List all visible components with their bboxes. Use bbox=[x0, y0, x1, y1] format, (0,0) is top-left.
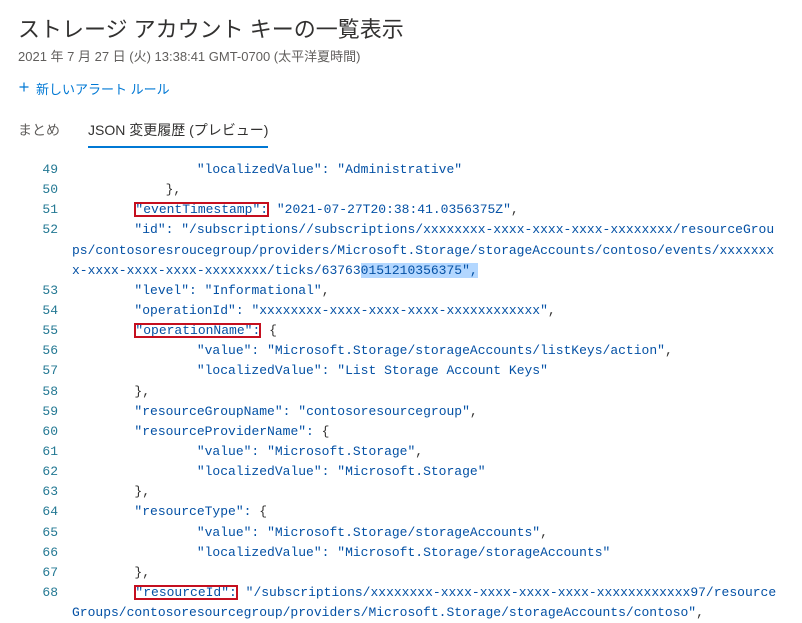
line-number: 49 bbox=[18, 160, 72, 180]
code-content: "localizedValue": "Microsoft.Storage/sto… bbox=[72, 543, 784, 563]
code-content: "eventTimestamp": "2021-07-27T20:38:41.0… bbox=[72, 200, 784, 220]
line-number: 54 bbox=[18, 301, 72, 321]
line-number: 56 bbox=[18, 341, 72, 361]
plus-icon bbox=[18, 81, 36, 96]
line-number: 55 bbox=[18, 321, 72, 341]
code-line: 52 "id": "/subscriptions//subscriptions/… bbox=[18, 220, 784, 280]
line-number: 61 bbox=[18, 442, 72, 462]
code-line: 51 "eventTimestamp": "2021-07-27T20:38:4… bbox=[18, 200, 784, 220]
page-title: ストレージ アカウント キーの一覧表示 bbox=[18, 12, 784, 44]
line-number: 64 bbox=[18, 502, 72, 522]
code-line: 50 }, bbox=[18, 180, 784, 200]
new-alert-label: 新しいアラート ルール bbox=[36, 79, 170, 98]
line-number: 66 bbox=[18, 543, 72, 563]
line-number: 58 bbox=[18, 382, 72, 402]
code-content: "level": "Informational", bbox=[72, 281, 784, 301]
line-number: 62 bbox=[18, 462, 72, 482]
code-line: 61 "value": "Microsoft.Storage", bbox=[18, 442, 784, 462]
code-content: "operationId": "xxxxxxxx-xxxx-xxxx-xxxx-… bbox=[72, 301, 784, 321]
code-content: }, bbox=[72, 180, 784, 200]
code-line: 58 }, bbox=[18, 382, 784, 402]
code-content: }, bbox=[72, 382, 784, 402]
code-content: "value": "Microsoft.Storage", bbox=[72, 442, 784, 462]
code-line: 64 "resourceType": { bbox=[18, 502, 784, 522]
line-number: 67 bbox=[18, 563, 72, 583]
code-content: "localizedValue": "List Storage Account … bbox=[72, 361, 784, 381]
line-number: 63 bbox=[18, 482, 72, 502]
code-line: 67 }, bbox=[18, 563, 784, 583]
tab-json-history[interactable]: JSON 変更履歴 (プレビュー) bbox=[88, 116, 268, 148]
new-alert-button[interactable]: 新しいアラート ルール bbox=[18, 79, 170, 98]
code-content: "resourceType": { bbox=[72, 502, 784, 522]
code-content: "value": "Microsoft.Storage/storageAccou… bbox=[72, 523, 784, 543]
code-content: "localizedValue": "Administrative" bbox=[72, 160, 784, 180]
code-content: "resourceProviderName": { bbox=[72, 422, 784, 442]
line-number: 68 bbox=[18, 583, 72, 603]
line-number: 57 bbox=[18, 361, 72, 381]
page-subtitle: 2021 年 7 月 27 日 (火) 13:38:41 GMT-0700 (太… bbox=[18, 46, 784, 65]
json-code-viewer[interactable]: 49 "localizedValue": "Administrative"50 … bbox=[18, 152, 784, 623]
tab-bar: まとめ JSON 変更履歴 (プレビュー) bbox=[18, 116, 784, 148]
line-number: 51 bbox=[18, 200, 72, 220]
code-content: }, bbox=[72, 563, 784, 583]
code-content: "id": "/subscriptions//subscriptions/xxx… bbox=[72, 220, 784, 280]
code-line: 55 "operationName": { bbox=[18, 321, 784, 341]
code-content: }, bbox=[72, 482, 784, 502]
line-number: 59 bbox=[18, 402, 72, 422]
line-number: 50 bbox=[18, 180, 72, 200]
code-line: 57 "localizedValue": "List Storage Accou… bbox=[18, 361, 784, 381]
code-line: 65 "value": "Microsoft.Storage/storageAc… bbox=[18, 523, 784, 543]
code-line: 53 "level": "Informational", bbox=[18, 281, 784, 301]
code-content: "operationName": { bbox=[72, 321, 784, 341]
code-line: 63 }, bbox=[18, 482, 784, 502]
code-line: 54 "operationId": "xxxxxxxx-xxxx-xxxx-xx… bbox=[18, 301, 784, 321]
code-content: "resourceGroupName": "contosoresourcegro… bbox=[72, 402, 784, 422]
code-content: "localizedValue": "Microsoft.Storage" bbox=[72, 462, 784, 482]
code-line: 62 "localizedValue": "Microsoft.Storage" bbox=[18, 462, 784, 482]
line-number: 52 bbox=[18, 220, 72, 240]
code-line: 66 "localizedValue": "Microsoft.Storage/… bbox=[18, 543, 784, 563]
line-number: 65 bbox=[18, 523, 72, 543]
line-number: 60 bbox=[18, 422, 72, 442]
code-line: 49 "localizedValue": "Administrative" bbox=[18, 160, 784, 180]
code-line: 59 "resourceGroupName": "contosoresource… bbox=[18, 402, 784, 422]
tab-summary[interactable]: まとめ bbox=[18, 116, 60, 148]
code-line: 56 "value": "Microsoft.Storage/storageAc… bbox=[18, 341, 784, 361]
code-line: 60 "resourceProviderName": { bbox=[18, 422, 784, 442]
code-content: "value": "Microsoft.Storage/storageAccou… bbox=[72, 341, 784, 361]
line-number: 53 bbox=[18, 281, 72, 301]
